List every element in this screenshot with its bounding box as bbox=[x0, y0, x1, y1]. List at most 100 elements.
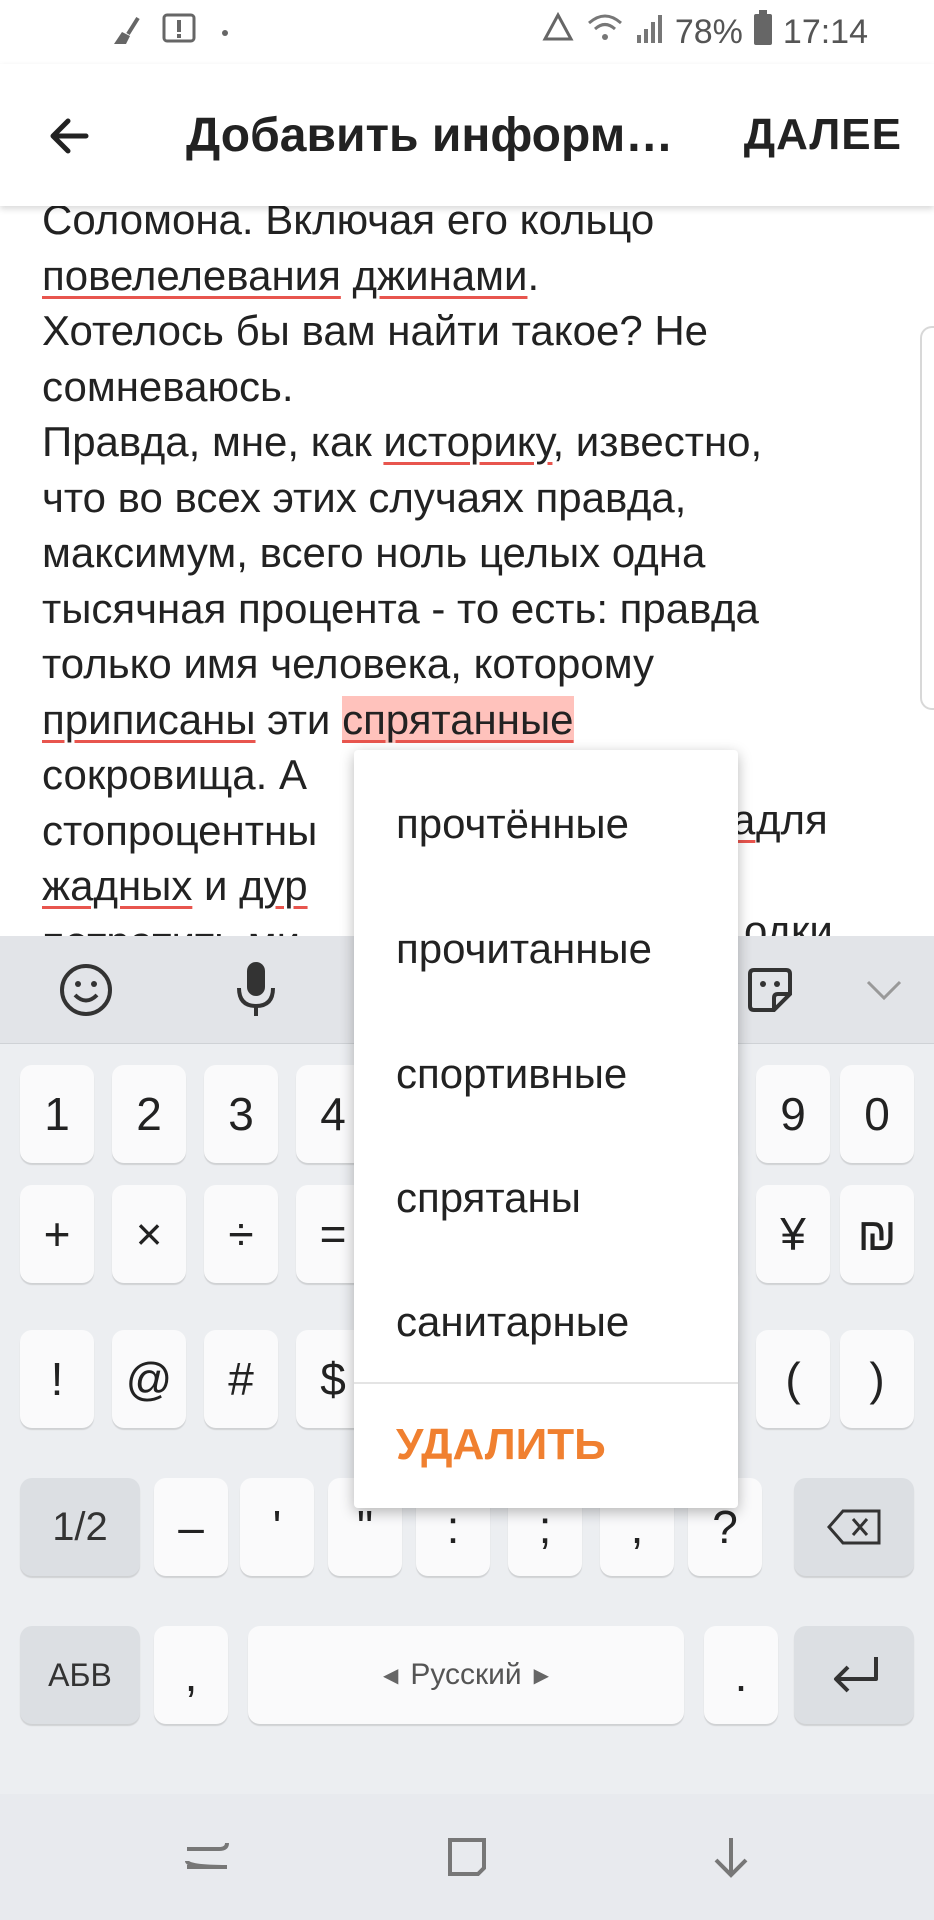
chevron-left-icon: ◀ bbox=[382, 1664, 399, 1687]
suggestion-item[interactable]: санитарные bbox=[396, 1298, 629, 1346]
recycle-icon bbox=[541, 11, 575, 54]
text-segment: тысячная процента - то есть: правда bbox=[42, 584, 759, 632]
page-toggle-key[interactable]: 1/2 bbox=[20, 1478, 140, 1576]
enter-key[interactable] bbox=[794, 1626, 914, 1724]
dot-icon bbox=[222, 29, 228, 36]
text-segment: максимум, всего ноль целых одна bbox=[42, 529, 706, 576]
text-segment: Правда, мне, как bbox=[42, 418, 384, 465]
alert-icon bbox=[162, 13, 196, 52]
misspelled-word[interactable]: повелелевания bbox=[42, 252, 341, 299]
key-row1-0[interactable]: 1 bbox=[20, 1065, 94, 1163]
space-language-label: Русский bbox=[410, 1658, 522, 1691]
text-line: только имя человека, которому bbox=[42, 636, 892, 692]
comma-key[interactable]: , bbox=[154, 1626, 228, 1724]
battery-icon bbox=[753, 10, 773, 55]
app-bar: Добавить информ… ДАЛЕЕ bbox=[0, 64, 934, 206]
wifi-icon bbox=[585, 11, 625, 54]
text-line: Соломона. Включая его кольцо bbox=[42, 206, 892, 248]
key-row1-9[interactable]: 0 bbox=[840, 1065, 914, 1163]
text-segment: эти bbox=[255, 695, 343, 743]
text-segment: только имя человека, которому bbox=[42, 640, 655, 687]
clock: 17:14 bbox=[782, 13, 868, 51]
sticker-button[interactable] bbox=[738, 958, 802, 1022]
chevron-down-icon bbox=[866, 980, 902, 1001]
next-button[interactable]: ДАЛЕЕ bbox=[744, 110, 902, 160]
key-row2-8[interactable]: ¥ bbox=[756, 1185, 830, 1283]
suggestion-item[interactable]: прочтённые bbox=[396, 800, 629, 848]
key-row2-0[interactable]: + bbox=[20, 1185, 94, 1283]
text-line: Хотелось бы вам найти такое? Не bbox=[42, 303, 892, 359]
text-segment bbox=[341, 252, 353, 299]
key-row3-0[interactable]: ! bbox=[20, 1330, 94, 1428]
key-row2-2[interactable]: ÷ bbox=[204, 1185, 278, 1283]
space-key[interactable]: ◀ Русский ▶ bbox=[248, 1626, 684, 1724]
text-segment: потратить ми bbox=[42, 918, 300, 937]
microphone-icon bbox=[237, 962, 275, 1016]
signal-icon bbox=[635, 11, 665, 54]
key-row2-1[interactable]: × bbox=[112, 1185, 186, 1283]
text-segment: , известно, bbox=[552, 418, 763, 465]
key-row1-1[interactable]: 2 bbox=[112, 1065, 186, 1163]
popup-divider bbox=[354, 1382, 738, 1384]
voice-input-button[interactable] bbox=[224, 958, 288, 1022]
misspelled-word[interactable]: приписаны bbox=[42, 696, 256, 743]
text-line: Правда, мне, как историку, известно, bbox=[42, 414, 892, 470]
home-icon bbox=[448, 1838, 486, 1876]
text-segment: сомневаюсь. bbox=[42, 362, 294, 410]
text-segment: стопроцентны bbox=[42, 806, 318, 854]
delete-button[interactable]: УДАЛИТЬ bbox=[396, 1420, 606, 1470]
back-down-icon bbox=[714, 1838, 748, 1878]
suggestion-item[interactable]: спрятаны bbox=[396, 1174, 581, 1222]
recent-apps-button[interactable] bbox=[174, 1824, 240, 1890]
emoji-button[interactable] bbox=[54, 958, 118, 1022]
text-segment: что во всех этих случаях правда, bbox=[42, 473, 687, 521]
misspelled-word[interactable]: джинами bbox=[353, 252, 528, 299]
battery-percent: 78% bbox=[674, 13, 743, 51]
collapse-keyboard-button[interactable] bbox=[852, 958, 916, 1022]
hidden-tail-b: для bbox=[756, 796, 828, 843]
suggestion-item[interactable]: спортивные bbox=[396, 1050, 627, 1098]
backspace-key[interactable] bbox=[794, 1478, 914, 1576]
status-bar: 78% 17:14 bbox=[0, 0, 934, 64]
misspelled-word[interactable]: жадных bbox=[42, 862, 192, 909]
suggestion-item[interactable]: прочитанные bbox=[396, 925, 652, 973]
text-line: что во всех этих случаях правда, bbox=[42, 470, 892, 526]
misspelled-word[interactable]: историку bbox=[383, 418, 552, 465]
hidden-tail-c: одки bbox=[744, 907, 833, 936]
misspelled-word[interactable]: дур bbox=[239, 862, 307, 909]
back-arrow-icon bbox=[50, 118, 89, 154]
key-row3-2[interactable]: # bbox=[204, 1330, 278, 1428]
text-segment: . bbox=[527, 251, 540, 299]
sticker-icon bbox=[748, 968, 792, 1012]
navigation-bar bbox=[0, 1794, 934, 1920]
key-row3-9[interactable]: ) bbox=[840, 1330, 914, 1428]
key-row4-2[interactable]: ' bbox=[240, 1478, 314, 1576]
text-segment: Соломона. Включая его кольцо bbox=[42, 206, 655, 243]
edge-panel-handle[interactable] bbox=[920, 326, 934, 710]
chevron-right-icon: ▶ bbox=[533, 1664, 550, 1687]
selected-word[interactable]: спрятанные bbox=[342, 695, 574, 743]
key-row3-1[interactable]: @ bbox=[112, 1330, 186, 1428]
text-segment: сокровища. А bbox=[42, 751, 307, 798]
language-switch-key[interactable]: АБВ bbox=[20, 1626, 140, 1724]
period-key[interactable]: . bbox=[704, 1626, 778, 1724]
text-line: приписаны эти спрятанные bbox=[42, 692, 892, 748]
key-row2-9[interactable]: ₪ bbox=[840, 1185, 914, 1283]
enter-icon bbox=[834, 1657, 878, 1693]
text-line: максимум, всего ноль целых одна bbox=[42, 525, 892, 581]
home-button[interactable] bbox=[434, 1824, 500, 1890]
text-segment: Хотелось бы вам найти такое? Не bbox=[42, 307, 709, 354]
text-line: тысячная процента - то есть: правда bbox=[42, 581, 892, 637]
back-button[interactable] bbox=[40, 106, 100, 166]
recent-apps-icon bbox=[185, 1842, 229, 1869]
text-line: повелелевания джинами. bbox=[42, 248, 892, 304]
text-segment: и bbox=[192, 862, 240, 909]
key-row1-8[interactable]: 9 bbox=[756, 1065, 830, 1163]
key-row1-2[interactable]: 3 bbox=[204, 1065, 278, 1163]
text-line: сомневаюсь. bbox=[42, 359, 892, 415]
key-row4-1[interactable]: – bbox=[154, 1478, 228, 1576]
key-row3-8[interactable]: ( bbox=[756, 1330, 830, 1428]
back-nav-button[interactable] bbox=[698, 1824, 764, 1890]
broom-icon bbox=[108, 12, 144, 53]
page-title: Добавить информ… bbox=[186, 109, 674, 162]
